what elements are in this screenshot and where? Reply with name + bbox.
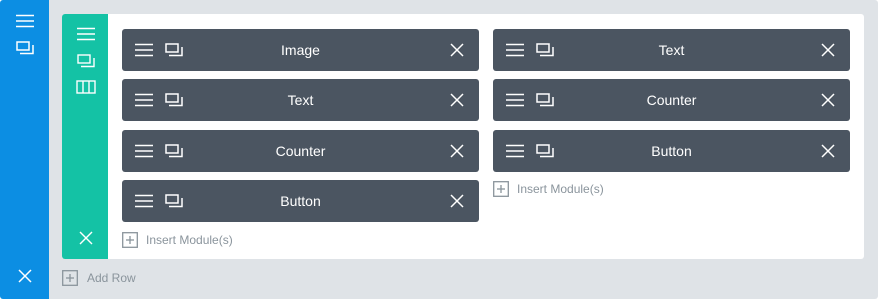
module-label: Button (280, 193, 321, 209)
insert-module-label: Insert Module(s) (146, 233, 233, 247)
module-close-icon[interactable] (449, 190, 465, 212)
section-settings-bar (0, 0, 49, 299)
insert-module-label: Insert Module(s) (517, 182, 604, 196)
module-button[interactable]: Button (493, 130, 850, 172)
insert-module-button[interactable]: Insert Module(s) (122, 230, 233, 250)
module-close-icon[interactable] (449, 89, 465, 111)
plus-icon (493, 181, 509, 197)
row-close-icon[interactable] (73, 227, 99, 249)
module-counter[interactable]: Counter (122, 130, 479, 172)
module-close-icon[interactable] (820, 140, 836, 162)
module-close-icon[interactable] (820, 89, 836, 111)
module-button[interactable]: Button (122, 180, 479, 222)
row-columns-icon[interactable] (73, 76, 99, 98)
module-label: Text (658, 42, 685, 58)
module-close-icon[interactable] (449, 140, 465, 162)
module-label: Text (287, 92, 314, 108)
plus-icon (122, 232, 138, 248)
section-close-icon[interactable] (12, 265, 38, 287)
add-row-button[interactable]: Add Row (62, 268, 136, 288)
insert-module-button[interactable]: Insert Module(s) (493, 179, 604, 199)
module-text[interactable]: Text (122, 79, 479, 121)
module-label: Counter (646, 92, 697, 108)
row-settings-bar (62, 14, 108, 259)
module-counter[interactable]: Counter (493, 79, 850, 121)
module-text[interactable]: Text (493, 29, 850, 71)
module-label: Counter (275, 143, 326, 159)
module-close-icon[interactable] (820, 39, 836, 61)
row-hamburger-icon[interactable] (73, 23, 99, 45)
module-label: Image (281, 42, 320, 58)
section-hamburger-icon[interactable] (12, 10, 38, 32)
module-image[interactable]: Image (122, 29, 479, 71)
module-close-icon[interactable] (449, 39, 465, 61)
module-label: Button (651, 143, 692, 159)
plus-icon (62, 270, 78, 286)
section-duplicate-icon[interactable] (12, 37, 38, 59)
row-duplicate-icon[interactable] (73, 50, 99, 72)
add-row-label: Add Row (87, 271, 136, 285)
